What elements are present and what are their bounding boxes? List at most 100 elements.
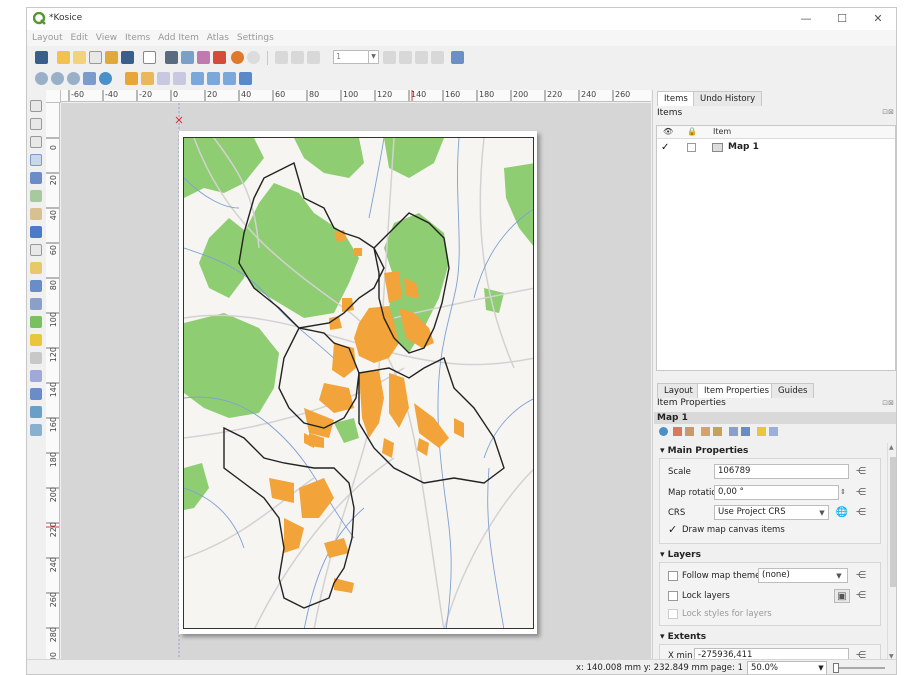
menu-atlas[interactable]: Atlas [207,30,229,46]
add-north-arrow-icon[interactable] [30,298,42,310]
extents-header[interactable]: ▾ Extents [660,632,706,642]
menu-view[interactable]: View [96,30,117,46]
lock-checkbox[interactable] [687,143,696,152]
last-feature-icon[interactable] [399,51,412,64]
dock-float-close-icon[interactable]: ⊡⊠ [882,108,894,116]
save-template-icon[interactable] [121,51,134,64]
tab-undo-history[interactable]: Undo History [693,91,763,106]
atlas-page-dropdown-icon[interactable]: ▼ [369,50,379,64]
vertical-ruler[interactable]: 0 20 40 60 80 100 120 140 160 180 200 22… [46,103,60,663]
scroll-up-icon[interactable]: ▲ [889,444,894,451]
move-content-icon[interactable] [30,154,42,166]
menu-layout[interactable]: Layout [32,30,63,46]
map-item[interactable] [183,137,534,629]
maximize-button[interactable]: ☐ [829,11,855,27]
menu-add-item[interactable]: Add Item [158,30,199,46]
refresh-preview-icon[interactable] [659,427,668,436]
atlas-preview-icon[interactable] [275,51,288,64]
set-extent-icon[interactable] [673,427,682,436]
data-defined-override-icon[interactable]: ⋲ [853,569,869,583]
zoom-tool-icon[interactable] [30,118,42,130]
first-feature-icon[interactable] [291,51,304,64]
resize-icon[interactable] [223,72,236,85]
set-layer-list-icon[interactable]: ▣ [834,589,850,603]
export-pdf-icon[interactable] [213,51,226,64]
data-defined-override-icon[interactable]: ⋲ [853,486,869,500]
distribute-icon[interactable] [207,72,220,85]
previous-feature-icon[interactable] [307,51,320,64]
data-defined-override-icon[interactable]: ⋲ [853,589,869,603]
save-icon[interactable] [35,51,48,64]
add-marker-icon[interactable] [30,334,42,346]
lock-items-icon[interactable] [157,72,170,85]
menu-edit[interactable]: Edit [70,30,87,46]
close-button[interactable]: ✕ [865,11,891,27]
bookmark-icon[interactable] [729,427,738,436]
redo-icon[interactable] [247,51,260,64]
data-defined-override-icon[interactable]: ⋲ [853,465,869,479]
next-feature-icon[interactable] [383,51,396,64]
chevron-down-icon[interactable]: ▼ [815,661,827,674]
atlas-settings-icon[interactable] [451,51,464,64]
draw-canvas-checkbox[interactable]: ✓ [668,524,678,535]
layout-canvas[interactable] [61,103,651,663]
minimize-button[interactable]: — [793,11,819,27]
rotation-spinner-icon[interactable]: ⇕ [838,485,848,499]
tab-guides[interactable]: Guides [771,383,815,398]
align-left-icon[interactable] [191,72,204,85]
add-pages-icon[interactable] [143,51,156,64]
visibility-checkbox[interactable]: ✓ [661,143,669,153]
item-row-map-1[interactable]: ✓ Map 1 [657,141,895,155]
zoom-out-icon[interactable] [51,72,64,85]
menu-settings[interactable]: Settings [237,30,274,46]
chevron-down-icon[interactable]: ▼ [834,569,844,583]
tab-items[interactable]: Items [657,91,695,106]
duplicate-icon[interactable] [73,51,86,64]
chevron-down-icon[interactable]: ▼ [817,506,827,520]
add-3d-map-icon[interactable] [30,208,42,220]
view-scale-icon[interactable] [713,427,722,436]
add-node-item-icon[interactable] [30,370,42,382]
map-rotation-input[interactable]: 0,00 ° [714,485,839,500]
lock-styles-checkbox[interactable] [668,609,678,619]
add-scalebar-icon[interactable] [30,280,42,292]
crs-select[interactable]: Use Project CRS [714,505,829,520]
zoom-100-icon[interactable] [67,72,80,85]
add-legend-icon[interactable] [30,262,42,274]
scale-input[interactable]: 106789 [714,464,849,479]
zoom-slider-track[interactable] [835,667,885,669]
layout-manager-icon[interactable] [89,51,102,64]
items-tree[interactable]: 👁 🔒 Item ✓ Map 1 [656,125,896,371]
add-fixed-table-icon[interactable] [30,424,42,436]
print-atlas-icon[interactable] [415,51,428,64]
new-layout-icon[interactable] [57,51,70,64]
follow-theme-checkbox[interactable] [668,571,678,581]
ungroup-icon[interactable] [141,72,154,85]
open-template-icon[interactable] [105,51,118,64]
link-icon[interactable] [769,427,778,436]
group-icon[interactable] [125,72,138,85]
menu-items[interactable]: Items [125,30,150,46]
scrollbar-thumb[interactable] [890,457,896,587]
add-arrow-icon[interactable] [30,352,42,364]
export-atlas-icon[interactable] [431,51,444,64]
add-map-icon[interactable] [30,190,42,202]
select-icon[interactable] [30,136,42,148]
dock-float-close-icon[interactable]: ⊡⊠ [882,399,894,407]
item-properties-scroll[interactable]: ▾ Main Properties Scale 106789 ⋲ Map rot… [654,437,887,666]
add-shape-icon[interactable] [30,316,42,328]
refresh-icon[interactable] [99,72,112,85]
properties-scrollbar[interactable]: ▲ ▼ [887,443,896,663]
zoom-full-icon[interactable] [83,72,96,85]
add-html-icon[interactable] [30,388,42,400]
label-settings-icon[interactable] [741,427,750,436]
add-attribute-table-icon[interactable] [30,406,42,418]
unlock-items-icon[interactable] [173,72,186,85]
atlas-page-input[interactable]: 1 [333,50,369,64]
edit-nodes-icon[interactable] [30,172,42,184]
zoom-slider-handle[interactable] [833,663,839,673]
crs-selector-icon[interactable]: 🌐 [834,506,850,520]
tab-layout[interactable]: Layout [657,383,700,398]
view-extent-icon[interactable] [685,427,694,436]
raise-items-icon[interactable] [239,72,252,85]
